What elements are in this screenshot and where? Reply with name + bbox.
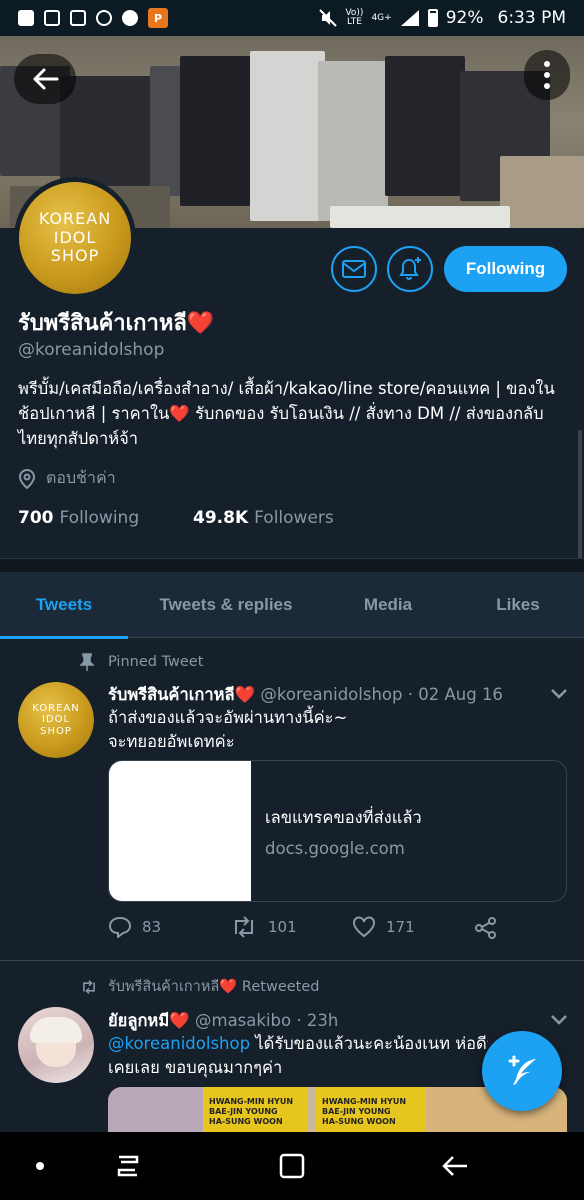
section-divider [0,558,584,572]
avatar-logo: KOREAN IDOL SHOP [19,182,131,294]
retweeted-label: รับพรีสินค้าเกาหลี❤️ Retweeted [80,975,319,998]
tweet-author[interactable]: ยัยลูกหมี❤️ [108,1011,190,1030]
nav-dot-button[interactable] [0,1132,80,1200]
tweet-header: รับพรีสินค้าเกาหลี❤️ @koreanidolshop · 0… [108,685,503,704]
share-icon [475,917,496,939]
pinned-tweet-label: Pinned Tweet [80,653,203,671]
mention-link[interactable]: @koreanidolshop [108,1034,250,1053]
profile-name: รับพรีสินค้าเกาหลี❤️ [18,311,215,336]
checklist-notification-icon [44,10,60,26]
tab-likes[interactable]: Likes [452,572,584,638]
battery-icon [427,9,438,27]
compose-tweet-button[interactable] [482,1031,562,1111]
retweet-icon [83,979,95,994]
location-pin-icon [18,468,36,489]
tweet-avatar[interactable] [18,1007,94,1083]
link-card-title: เลขแทรคของที่ส่งแล้ว [265,807,422,827]
home-square-icon [279,1153,305,1179]
pin-icon [80,653,94,671]
tweet-text: ถ้าส่งของแล้วจะอัพผ่านทางนี้ค่ะ~ จะทยอยอ… [108,708,348,751]
profile-tabs: Tweets Tweets & replies Media Likes [0,572,584,639]
tweet-divider [0,960,584,961]
tweet-actions: 83 101 171 [108,916,508,946]
recent-apps-button[interactable] [88,1132,168,1200]
location-text: ตอบช้าค่า [46,468,116,487]
heart-icon [353,916,375,938]
app-notification-icon: P [148,8,168,28]
tweet-handle: @koreanidolshop [260,685,403,704]
notifications-button[interactable] [387,246,433,292]
recents-icon [117,1155,139,1177]
tweet-date: 02 Aug 16 [418,685,503,704]
back-arrow-icon [442,1156,467,1176]
reply-icon [108,916,132,938]
profile-avatar[interactable]: KOREAN IDOL SHOP [14,177,136,299]
bell-plus-icon [399,257,421,280]
share-button[interactable] [474,916,498,940]
volte-indicator: Vo)) LTE [345,8,364,27]
envelope-icon [342,260,366,278]
like-button[interactable]: 171 [352,916,415,938]
follow-counts: 700 Following 49.8K Followers [18,508,334,528]
back-button[interactable] [14,54,76,104]
tweet-date: 23h [306,1011,339,1030]
system-navigation-bar [0,1132,584,1200]
more-vertical-icon [544,61,550,67]
compose-feather-icon [508,1055,536,1085]
dot-icon [36,1162,44,1170]
network-type: 4G+ [371,12,392,23]
clock: 6:33 PM [497,8,567,28]
chevron-down-icon[interactable] [550,688,568,700]
status-bar: P Vo)) LTE 4G+ 92% 6:33 PM [0,0,584,36]
profile-handle: @koreanidolshop [18,340,165,360]
message-notification-icon [122,10,138,26]
reply-button[interactable]: 83 [108,916,161,938]
retweet-button[interactable]: 101 [230,916,297,938]
gallery-notification-icon [70,10,86,26]
link-card-domain: docs.google.com [265,838,405,858]
message-button[interactable] [331,246,377,292]
tweet-author[interactable]: รับพรีสินค้าเกาหลี❤️ [108,685,255,704]
followers-count-link[interactable]: 49.8K Followers [193,508,334,528]
battery-percent: 92% [445,8,484,28]
signal-icon [400,10,419,26]
tweet-header: ยัยลูกหมี❤️ @masakibo · 23h [108,1011,339,1030]
tab-tweets-and-replies[interactable]: Tweets & replies [128,572,324,638]
following-count-link[interactable]: 700 Following [18,508,193,528]
link-card-thumbnail [109,761,251,901]
arrow-left-icon [33,68,59,90]
following-button[interactable]: Following [444,246,567,292]
account-notification-icon [96,10,112,26]
chevron-down-icon[interactable] [550,1014,568,1026]
chat-notification-icon [18,10,34,26]
tweet-avatar[interactable]: KOREAN IDOL SHOP [18,682,94,758]
home-button[interactable] [252,1132,332,1200]
profile-location: ตอบช้าค่า [18,466,116,491]
system-back-button[interactable] [415,1132,495,1200]
tab-tweets[interactable]: Tweets [0,572,128,639]
profile-bio: พรีบั้ม/เคสมือถือ/เครื่องสำอาง/ เสื้อผ้า… [18,379,555,448]
mute-icon [319,9,338,27]
tweet-handle: @masakibo [195,1011,292,1030]
more-options-button[interactable] [524,50,570,100]
retweet-icon [235,916,253,938]
link-card[interactable]: เลขแทรคของที่ส่งแล้ว docs.google.com [108,760,567,902]
tweet-text: @koreanidolshop ได้รับของแล้วนะคะน้องเนท… [108,1034,488,1077]
tab-media[interactable]: Media [324,572,452,638]
